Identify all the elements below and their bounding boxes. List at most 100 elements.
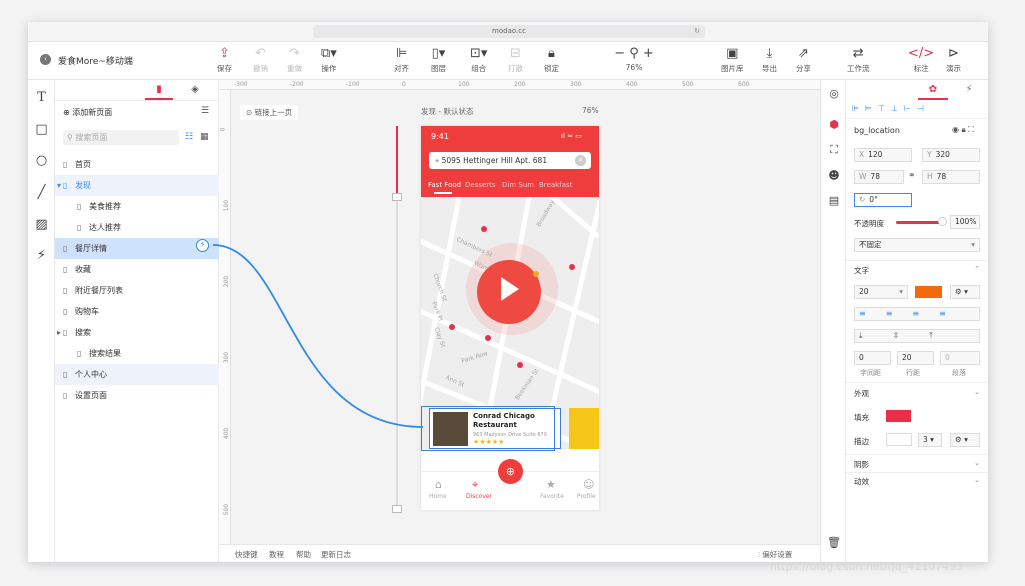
chevron-up-icon[interactable]: ⌃ — [974, 265, 980, 273]
layer-name[interactable]: bg_location — [854, 126, 900, 135]
operate-button[interactable]: ⧉▾ 操作 — [321, 45, 337, 74]
page-item[interactable]: ▯ 收藏 — [55, 259, 219, 280]
page-item[interactable]: ▯ 美食推荐 — [55, 196, 219, 217]
interaction-link-icon[interactable]: ⚡ — [196, 239, 209, 252]
page-item[interactable]: ▯ 个人中心 — [55, 364, 219, 385]
reload-icon[interactable]: ↻ — [694, 25, 700, 38]
sort-icon[interactable]: ☰ — [201, 106, 209, 116]
design-tab-icon[interactable]: ✿ — [918, 80, 948, 100]
zoom-control[interactable]: − ⚲ +76% — [612, 45, 656, 72]
home-icon[interactable]: ⌂ — [435, 478, 442, 491]
redo-button[interactable]: ↷ 重做 — [287, 45, 302, 74]
list-view-icon[interactable]: ☷ — [185, 132, 193, 142]
address-bar[interactable]: modao.cc ↻ — [313, 25, 705, 38]
page-item[interactable]: ▯ 餐厅详情 — [55, 238, 219, 259]
visibility-icon[interactable]: ◉ 🔒︎ ⛶ — [952, 125, 974, 135]
page-item[interactable]: ▾ ▯ 发现 — [55, 175, 219, 196]
cube-icon[interactable]: ⬢ — [827, 118, 841, 132]
page-item[interactable]: ▯ 达人推荐 — [55, 217, 219, 238]
text-align-tools[interactable]: ≡≡≡≡ — [854, 307, 980, 321]
font-size-select[interactable]: 20 ▾ — [854, 285, 908, 299]
page-item[interactable]: ▯ 购物车 — [55, 301, 219, 322]
chevron-down-icon[interactable]: ⌄ — [974, 459, 980, 467]
line-height-field[interactable]: 20 — [897, 351, 934, 365]
page-item[interactable]: ▯ 附近餐厅列表 — [55, 280, 219, 301]
add-page-button[interactable]: ⊕ 添加新页面 — [63, 107, 112, 118]
height-field[interactable]: H 78 — [922, 170, 980, 184]
opacity-slider[interactable] — [896, 221, 942, 224]
y-field[interactable]: Y 320 — [922, 148, 980, 162]
phone-frame[interactable]: 9:41 ıl ≈ ▭ ⌖ 5095 Hettinger Hill Apt. 6… — [421, 126, 599, 510]
emoji-icon[interactable]: ☻ — [827, 169, 841, 183]
link-prev-button[interactable]: ⊙ 链接上一页 — [240, 105, 299, 120]
tab-0[interactable]: Fast Food — [428, 181, 461, 189]
page-item[interactable]: ▯ 搜索结果 — [55, 343, 219, 364]
paragraph-spacing-field[interactable]: 0 — [940, 351, 980, 365]
cart-icon[interactable]: ⊕ — [498, 459, 523, 484]
map-marker-icon[interactable] — [481, 226, 487, 232]
discover-icon[interactable]: ⌖ — [472, 478, 478, 492]
layer-button[interactable]: ▯▾ 图层 — [431, 45, 446, 74]
line-tool-icon[interactable]: ╱ — [34, 185, 49, 200]
tutorial-link[interactable]: 教程 — [269, 549, 284, 560]
fill-color-swatch[interactable] — [886, 410, 911, 422]
chevron-down-icon[interactable]: ⌄ — [974, 388, 980, 396]
restaurant-card[interactable] — [569, 408, 599, 449]
map-marker-icon[interactable] — [569, 264, 575, 270]
letter-spacing-field[interactable]: 0 — [854, 351, 891, 365]
x-field[interactable]: X 120 — [854, 148, 912, 162]
tab-3[interactable]: Breakfast — [539, 181, 572, 189]
pages-tab-icon[interactable]: ▮ — [145, 80, 173, 100]
rotation-field[interactable]: ↻ 0° — [854, 193, 912, 207]
lock-button[interactable]: 🔒︎ 锁定 — [544, 45, 559, 74]
group-button[interactable]: ⊡▾ 组合 — [470, 45, 487, 74]
fixed-select[interactable]: 不固定 ▾ — [854, 238, 980, 252]
align-button[interactable]: ⊫ 对齐 — [394, 45, 409, 74]
map-marker-icon[interactable] — [449, 324, 455, 330]
circle-tool-icon[interactable]: ○ — [34, 153, 49, 168]
back-icon[interactable]: ‹ — [40, 54, 51, 65]
crop-icon[interactable]: ⛶ — [827, 143, 841, 157]
map-marker-icon[interactable] — [533, 271, 539, 277]
save-button[interactable]: ⇪ 保存 — [217, 45, 232, 74]
text-color-swatch[interactable] — [915, 286, 942, 298]
address-search-input[interactable]: ⌖ 5095 Hettinger Hill Apt. 681 — [429, 152, 591, 169]
help-link[interactable]: 帮助 — [296, 549, 311, 560]
restaurant-card[interactable]: Conrad Chicago Restaurant 963 Madyson Dr… — [429, 408, 561, 449]
layout-icon[interactable]: ▤ — [827, 194, 841, 208]
map-marker-icon[interactable] — [517, 362, 523, 368]
grid-view-icon[interactable]: ▦ — [200, 132, 209, 142]
search-input[interactable]: ⚲ 搜索页面 — [63, 130, 179, 145]
link-ratio-icon[interactable]: ⚭ — [908, 171, 916, 181]
export-button[interactable]: ⤓ 导出 — [762, 45, 777, 74]
width-field[interactable]: W 78 — [854, 170, 904, 184]
present-button[interactable]: ⊳ 演示 — [946, 45, 961, 74]
annotate-button[interactable]: </> 标注 — [908, 45, 934, 74]
opacity-slider-handle[interactable] — [938, 217, 947, 226]
canvas[interactable]: -300 -200 -100 0 100 200 300 400 500 600 0 100 200 3… — [220, 80, 820, 562]
target-icon[interactable]: ◎ — [827, 87, 841, 101]
share-button[interactable]: ⇗ 分享 — [796, 45, 811, 74]
align-tools-icon[interactable]: ⊫⊨⊤⊥⊢⊣ — [852, 104, 984, 113]
image-library-button[interactable]: ▣ 图片库 — [721, 45, 744, 74]
trash-icon[interactable]: 🗑︎ — [827, 536, 841, 550]
undo-button[interactable]: ↶ 撤销 — [253, 45, 268, 74]
play-button[interactable] — [477, 260, 541, 324]
ungroup-button[interactable]: ⊟ 打散 — [508, 45, 523, 74]
workflow-button[interactable]: ⇄ 工作流 — [847, 45, 870, 74]
border-color-swatch[interactable] — [886, 433, 912, 446]
opacity-field[interactable]: 100% — [950, 215, 980, 229]
star-icon[interactable]: ★ — [546, 478, 556, 491]
page-item[interactable]: ▸ ▯ 搜索 — [55, 322, 219, 343]
component-tool-icon[interactable]: ⚡ — [34, 248, 49, 263]
profile-icon[interactable]: ☺ — [583, 478, 594, 491]
tab-2[interactable]: Dim Sum — [502, 181, 534, 189]
clear-icon[interactable]: × — [575, 155, 586, 166]
caret-right-icon[interactable]: ▸ — [57, 322, 61, 343]
interaction-tab-icon[interactable]: ⚡ — [954, 80, 984, 100]
image-tool-icon[interactable]: ▨ — [34, 217, 49, 232]
page-item[interactable]: ▯ 设置页面 — [55, 385, 219, 406]
tab-1[interactable]: Desserts — [465, 181, 496, 189]
page-item[interactable]: ▯ 首页 — [55, 154, 219, 175]
text-tool-icon[interactable]: T — [34, 90, 49, 105]
